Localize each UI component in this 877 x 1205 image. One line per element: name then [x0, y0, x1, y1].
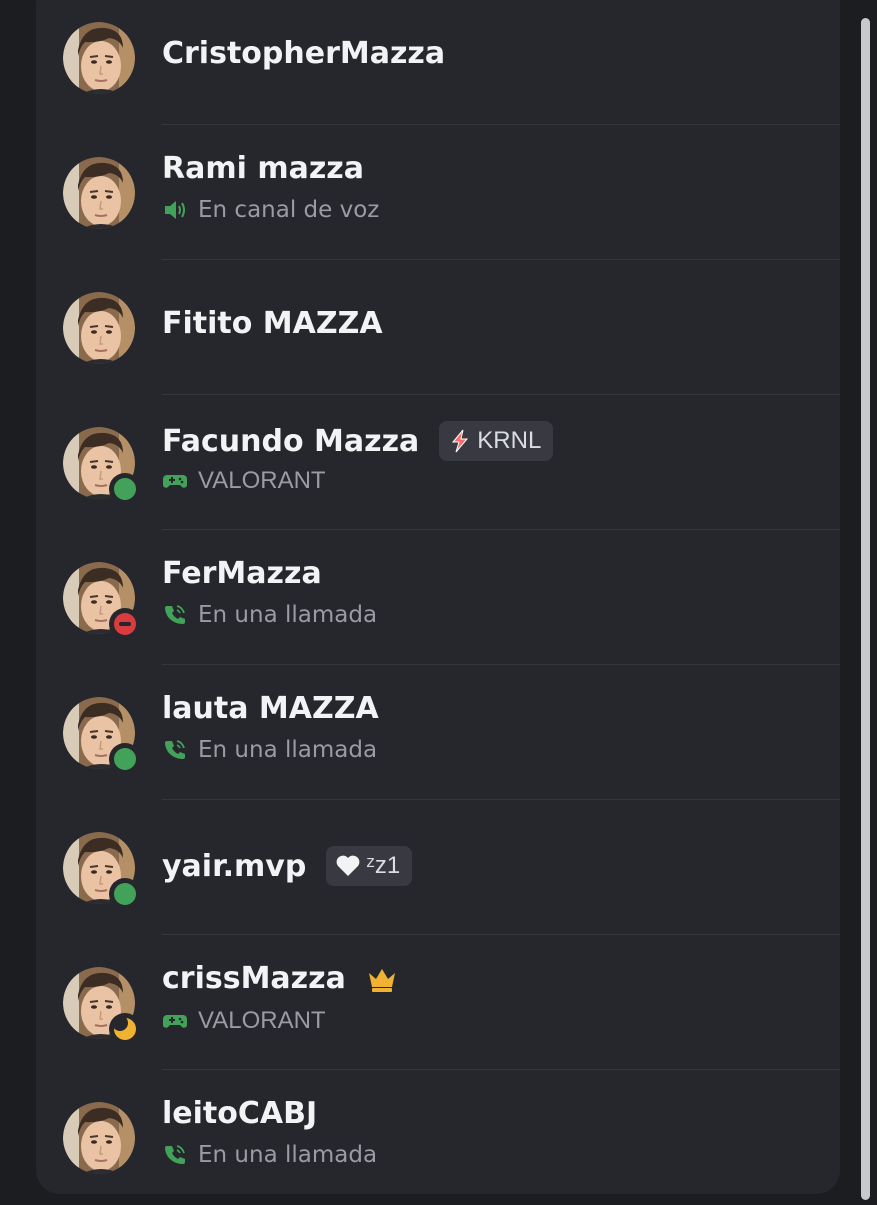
member-name: crissMazza [162, 961, 346, 996]
member-activity: En una llamada [162, 602, 377, 628]
clan-tag-text: ᶻz1 [366, 852, 401, 879]
member-activity: En una llamada [162, 1142, 377, 1168]
clan-tag-text: KRNL [477, 427, 542, 454]
member-row[interactable]: leitoCABJ En una llamada [36, 1070, 840, 1205]
activity-text: En canal de voz [198, 197, 380, 223]
activity-text: En una llamada [198, 737, 378, 763]
avatar[interactable] [63, 1102, 135, 1174]
member-row[interactable]: lauta MAZZA En una llamada [36, 665, 840, 800]
avatar-image [63, 22, 135, 94]
member-row[interactable]: Facundo Mazza KRNL VALORANT [36, 395, 840, 530]
avatar-image [63, 292, 135, 364]
member-activity: En canal de voz [162, 197, 379, 223]
avatar[interactable] [63, 157, 135, 229]
gamepad-icon [162, 468, 188, 494]
avatar[interactable] [63, 562, 141, 640]
avatar-image [63, 1102, 135, 1174]
avatar[interactable] [63, 22, 135, 94]
member-name: Facundo Mazza [162, 423, 420, 459]
clan-tag[interactable]: ᶻz1 [326, 846, 413, 886]
member-row[interactable]: Fitito MAZZA [36, 260, 840, 395]
status-indicator-online [109, 473, 141, 505]
white-heart-icon [334, 853, 362, 879]
member-name: FerMazza [162, 556, 322, 591]
member-name: Rami mazza [162, 151, 365, 186]
clan-tag[interactable]: KRNL [439, 421, 554, 461]
member-name: yair.mvp [162, 848, 307, 884]
phone-call-icon [162, 737, 188, 763]
scrollbar[interactable] [861, 18, 870, 1200]
phone-call-icon [162, 602, 188, 628]
member-activity: VALORANT [162, 467, 326, 495]
member-activity: VALORANT [162, 1007, 326, 1035]
status-indicator-online [109, 743, 141, 775]
status-indicator-idle [109, 1013, 141, 1045]
member-row[interactable]: crissMazza VALORANT [36, 935, 840, 1070]
member-row[interactable]: Rami mazza En canal de voz [36, 125, 840, 260]
crown-icon [366, 964, 398, 994]
member-name: Fitito MAZZA [162, 306, 383, 341]
gamepad-icon [162, 1008, 188, 1034]
activity-text: En una llamada [198, 602, 378, 628]
status-indicator-dnd [109, 608, 141, 640]
avatar[interactable] [63, 292, 135, 364]
activity-text: VALORANT [198, 467, 326, 494]
member-name: lauta MAZZA [162, 691, 379, 726]
avatar[interactable] [63, 967, 141, 1045]
phone-call-icon [162, 1142, 188, 1168]
avatar[interactable] [63, 427, 141, 505]
avatar[interactable] [63, 697, 141, 775]
member-row[interactable]: yair.mvp ᶻz1 [36, 800, 840, 935]
member-name: CristopherMazza [162, 36, 446, 71]
member-name: leitoCABJ [162, 1096, 318, 1131]
avatar-image [63, 157, 135, 229]
status-indicator-online [109, 878, 141, 910]
member-activity: En una llamada [162, 737, 377, 763]
member-row[interactable]: FerMazza En una llamada [36, 530, 840, 665]
avatar[interactable] [63, 832, 141, 910]
lightning-icon [447, 428, 473, 454]
speaker-icon [162, 197, 188, 223]
member-row[interactable]: CristopherMazza [36, 0, 840, 125]
activity-text: En una llamada [198, 1142, 378, 1168]
activity-text: VALORANT [198, 1007, 326, 1034]
